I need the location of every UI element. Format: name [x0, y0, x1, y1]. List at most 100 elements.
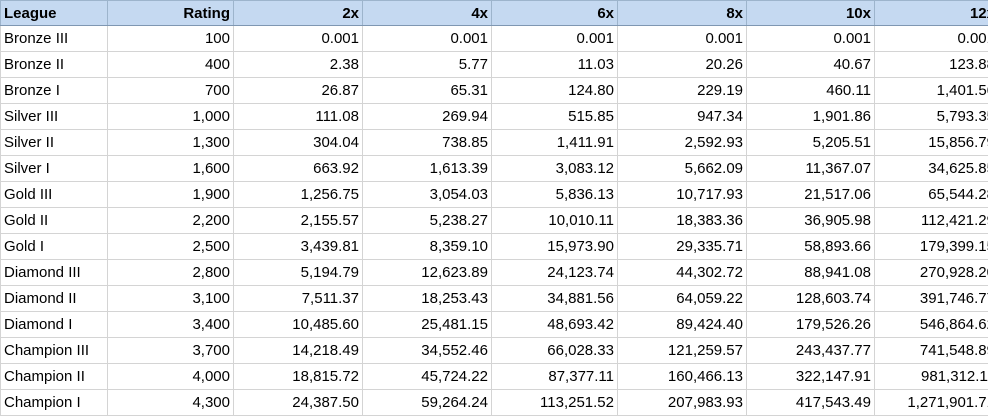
- cell-4x[interactable]: 25,481.15: [363, 312, 492, 338]
- cell-6x[interactable]: 124.80: [492, 78, 618, 104]
- cell-rating[interactable]: 3,400: [108, 312, 234, 338]
- cell-league[interactable]: Gold I: [1, 234, 108, 260]
- cell-10x[interactable]: 1,901.86: [747, 104, 875, 130]
- column-header-8x[interactable]: 8x: [618, 1, 747, 26]
- cell-rating[interactable]: 4,000: [108, 364, 234, 390]
- cell-4x[interactable]: 1,613.39: [363, 156, 492, 182]
- cell-10x[interactable]: 36,905.98: [747, 208, 875, 234]
- cell-4x[interactable]: 8,359.10: [363, 234, 492, 260]
- cell-10x[interactable]: 5,205.51: [747, 130, 875, 156]
- cell-12x[interactable]: 15,856.79: [875, 130, 988, 156]
- cell-4x[interactable]: 65.31: [363, 78, 492, 104]
- cell-12x[interactable]: 981,312.11: [875, 364, 988, 390]
- cell-10x[interactable]: 322,147.91: [747, 364, 875, 390]
- cell-league[interactable]: Gold II: [1, 208, 108, 234]
- cell-8x[interactable]: 2,592.93: [618, 130, 747, 156]
- cell-2x[interactable]: 5,194.79: [234, 260, 363, 286]
- cell-6x[interactable]: 24,123.74: [492, 260, 618, 286]
- cell-rating[interactable]: 400: [108, 52, 234, 78]
- cell-rating[interactable]: 1,000: [108, 104, 234, 130]
- cell-2x[interactable]: 10,485.60: [234, 312, 363, 338]
- cell-8x[interactable]: 64,059.22: [618, 286, 747, 312]
- cell-6x[interactable]: 0.001: [492, 26, 618, 52]
- cell-rating[interactable]: 1,300: [108, 130, 234, 156]
- cell-6x[interactable]: 3,083.12: [492, 156, 618, 182]
- cell-6x[interactable]: 87,377.11: [492, 364, 618, 390]
- cell-8x[interactable]: 29,335.71: [618, 234, 747, 260]
- cell-6x[interactable]: 515.85: [492, 104, 618, 130]
- cell-4x[interactable]: 34,552.46: [363, 338, 492, 364]
- cell-2x[interactable]: 3,439.81: [234, 234, 363, 260]
- cell-10x[interactable]: 11,367.07: [747, 156, 875, 182]
- cell-league[interactable]: Silver I: [1, 156, 108, 182]
- cell-4x[interactable]: 45,724.22: [363, 364, 492, 390]
- cell-8x[interactable]: 121,259.57: [618, 338, 747, 364]
- cell-6x[interactable]: 34,881.56: [492, 286, 618, 312]
- cell-4x[interactable]: 269.94: [363, 104, 492, 130]
- cell-league[interactable]: Gold III: [1, 182, 108, 208]
- cell-10x[interactable]: 58,893.66: [747, 234, 875, 260]
- cell-league[interactable]: Bronze I: [1, 78, 108, 104]
- cell-rating[interactable]: 1,900: [108, 182, 234, 208]
- cell-12x[interactable]: 1,401.56: [875, 78, 988, 104]
- cell-league[interactable]: Silver II: [1, 130, 108, 156]
- cell-10x[interactable]: 128,603.74: [747, 286, 875, 312]
- cell-league[interactable]: Diamond II: [1, 286, 108, 312]
- cell-league[interactable]: Bronze III: [1, 26, 108, 52]
- cell-8x[interactable]: 44,302.72: [618, 260, 747, 286]
- cell-2x[interactable]: 304.04: [234, 130, 363, 156]
- column-header-10x[interactable]: 10x: [747, 1, 875, 26]
- cell-10x[interactable]: 179,526.26: [747, 312, 875, 338]
- cell-rating[interactable]: 2,800: [108, 260, 234, 286]
- cell-6x[interactable]: 10,010.11: [492, 208, 618, 234]
- cell-rating[interactable]: 2,200: [108, 208, 234, 234]
- cell-12x[interactable]: 112,421.29: [875, 208, 988, 234]
- cell-2x[interactable]: 0.001: [234, 26, 363, 52]
- cell-8x[interactable]: 5,662.09: [618, 156, 747, 182]
- cell-8x[interactable]: 160,466.13: [618, 364, 747, 390]
- cell-league[interactable]: Diamond III: [1, 260, 108, 286]
- cell-12x[interactable]: 5,793.35: [875, 104, 988, 130]
- cell-12x[interactable]: 391,746.77: [875, 286, 988, 312]
- column-header-rating[interactable]: Rating: [108, 1, 234, 26]
- cell-6x[interactable]: 15,973.90: [492, 234, 618, 260]
- cell-2x[interactable]: 26.87: [234, 78, 363, 104]
- cell-6x[interactable]: 5,836.13: [492, 182, 618, 208]
- cell-league[interactable]: Diamond I: [1, 312, 108, 338]
- cell-10x[interactable]: 88,941.08: [747, 260, 875, 286]
- column-header-6x[interactable]: 6x: [492, 1, 618, 26]
- column-header-league[interactable]: League: [1, 1, 108, 26]
- cell-league[interactable]: Silver III: [1, 104, 108, 130]
- cell-2x[interactable]: 2,155.57: [234, 208, 363, 234]
- cell-2x[interactable]: 18,815.72: [234, 364, 363, 390]
- cell-12x[interactable]: 65,544.28: [875, 182, 988, 208]
- cell-rating[interactable]: 100: [108, 26, 234, 52]
- cell-4x[interactable]: 5.77: [363, 52, 492, 78]
- cell-8x[interactable]: 18,383.36: [618, 208, 747, 234]
- column-header-12x[interactable]: 12x: [875, 1, 988, 26]
- cell-12x[interactable]: 741,548.89: [875, 338, 988, 364]
- cell-10x[interactable]: 460.11: [747, 78, 875, 104]
- cell-6x[interactable]: 66,028.33: [492, 338, 618, 364]
- cell-12x[interactable]: 179,399.15: [875, 234, 988, 260]
- cell-8x[interactable]: 89,424.40: [618, 312, 747, 338]
- cell-12x[interactable]: 546,864.62: [875, 312, 988, 338]
- cell-2x[interactable]: 1,256.75: [234, 182, 363, 208]
- cell-8x[interactable]: 0.001: [618, 26, 747, 52]
- cell-6x[interactable]: 11.03: [492, 52, 618, 78]
- column-header-4x[interactable]: 4x: [363, 1, 492, 26]
- cell-2x[interactable]: 7,511.37: [234, 286, 363, 312]
- cell-league[interactable]: Champion II: [1, 364, 108, 390]
- cell-4x[interactable]: 5,238.27: [363, 208, 492, 234]
- column-header-2x[interactable]: 2x: [234, 1, 363, 26]
- cell-8x[interactable]: 229.19: [618, 78, 747, 104]
- cell-8x[interactable]: 10,717.93: [618, 182, 747, 208]
- cell-2x[interactable]: 2.38: [234, 52, 363, 78]
- cell-12x[interactable]: 0.001: [875, 26, 988, 52]
- cell-4x[interactable]: 12,623.89: [363, 260, 492, 286]
- cell-8x[interactable]: 20.26: [618, 52, 747, 78]
- cell-10x[interactable]: 40.67: [747, 52, 875, 78]
- cell-rating[interactable]: 3,700: [108, 338, 234, 364]
- cell-8x[interactable]: 947.34: [618, 104, 747, 130]
- cell-4x[interactable]: 18,253.43: [363, 286, 492, 312]
